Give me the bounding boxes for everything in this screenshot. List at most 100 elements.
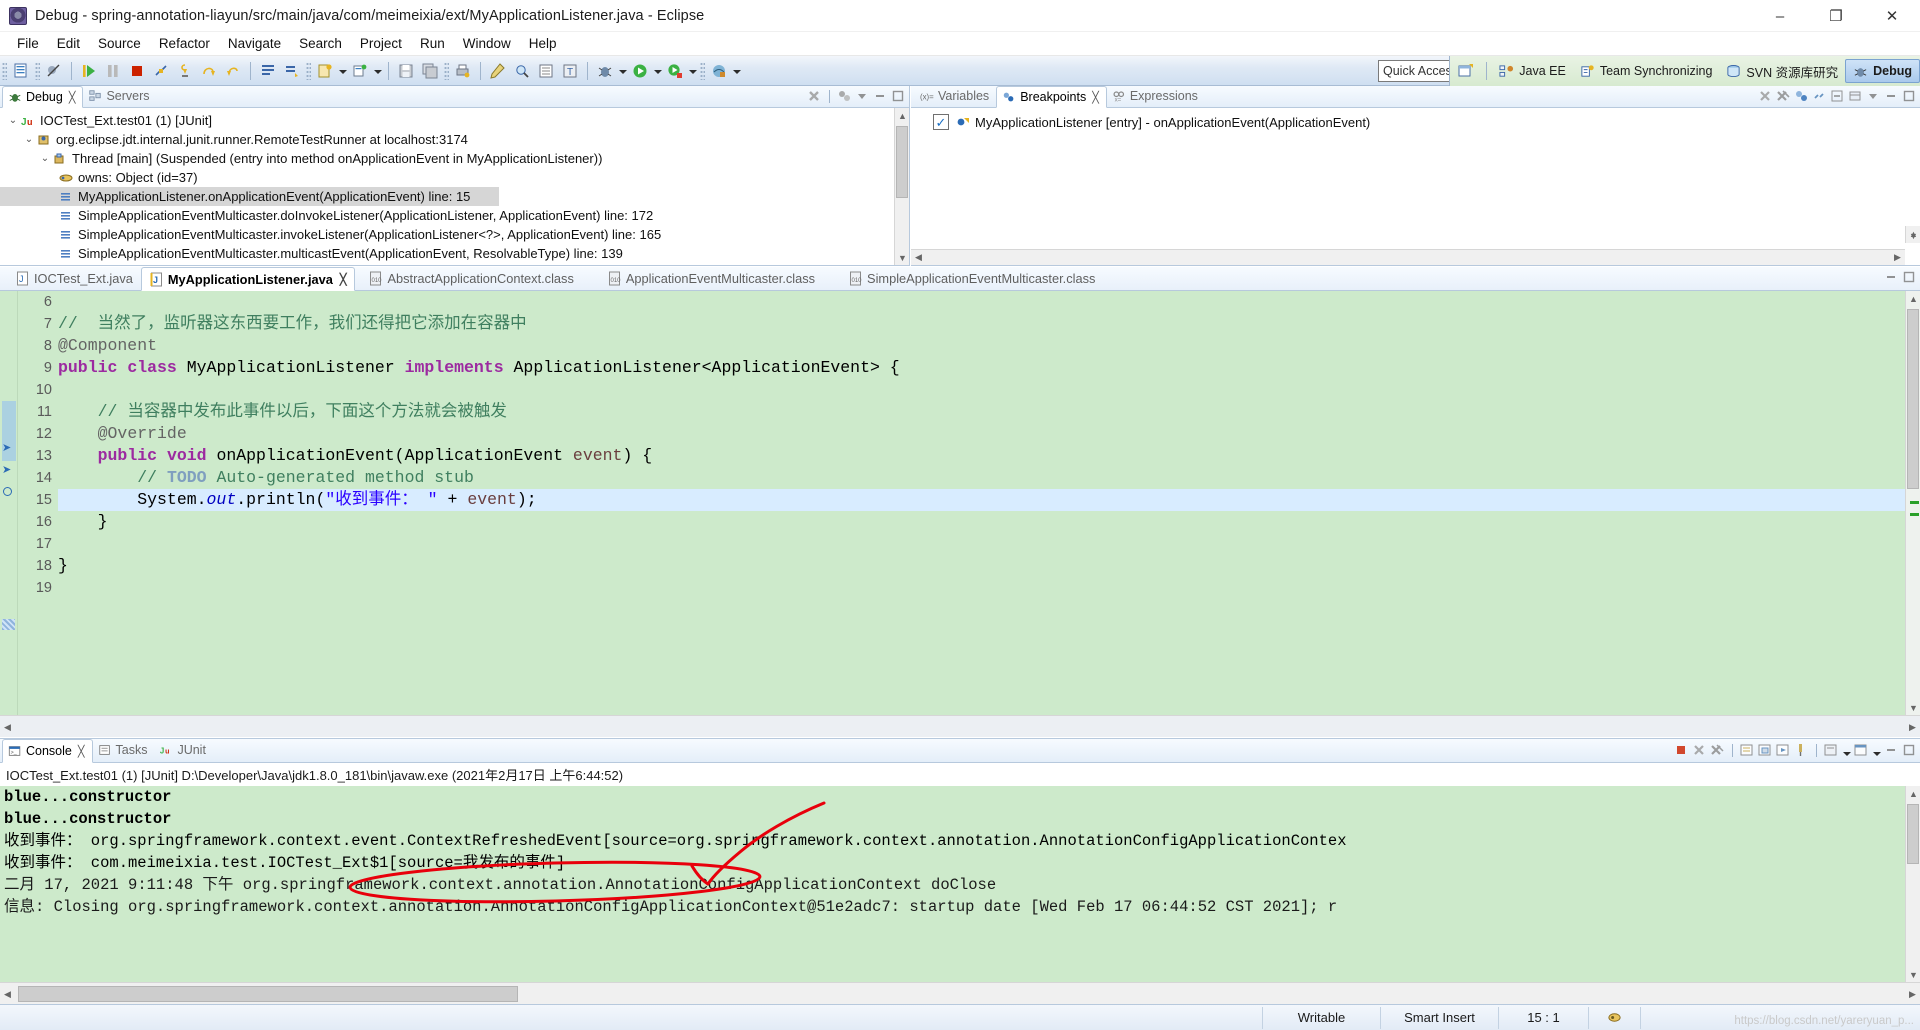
console-vertical-scrollbar[interactable]: ▲ ▼ [1905,786,1920,982]
close-icon[interactable]: ╳ [1092,91,1099,104]
tab-junit[interactable]: Ju JUnit [154,738,212,762]
clear-console-icon[interactable] [1739,742,1756,759]
tree-row[interactable]: ⌄ org.eclipse.jdt.internal.junit.runner.… [0,130,909,149]
resume-icon[interactable] [78,60,100,82]
maximize-view-icon[interactable] [1901,88,1918,105]
editor-tab-applicationeventmulticaster[interactable]: 010 ApplicationEventMulticaster.class [600,266,823,290]
toggle-mark-occurrences-icon[interactable]: T [559,60,581,82]
remove-launch-icon[interactable] [1691,742,1708,759]
run-dropdown-arrow[interactable] [652,60,663,82]
breakpoints-view-menu-icon[interactable] [1865,88,1882,105]
toolbar-grip-3[interactable] [306,61,311,80]
minimize-console-icon[interactable] [1883,742,1900,759]
scroll-left-arrow[interactable]: ◀ [0,983,15,1005]
menu-item-search[interactable]: Search [290,34,351,53]
expand-twisty[interactable]: ⌄ [22,134,36,145]
terminate-console-icon[interactable] [1673,742,1690,759]
editor-tab-abstractapplicationcontext[interactable]: 010 AbstractApplicationContext.class [361,266,581,290]
scroll-thumb[interactable] [1907,804,1919,864]
scroll-down-arrow[interactable]: ▼ [895,250,910,265]
menu-item-file[interactable]: File [8,34,48,53]
open-perspective-icon[interactable] [1455,60,1477,82]
tree-row[interactable]: ⌄ Ju IOCTest_Ext.test01 (1) [JUnit] [0,111,909,130]
breakpoint-marker-icon[interactable] [3,487,12,496]
open-task-icon[interactable] [535,60,557,82]
scroll-right-arrow[interactable]: ▶ [1905,716,1920,738]
scroll-down-arrow[interactable]: ▼ [1906,967,1920,982]
toolbar-grip-4[interactable] [444,61,449,80]
console-output[interactable]: blue...constructor blue...constructor 收到… [0,786,1905,982]
scroll-up-arrow[interactable]: ▲ [1906,786,1920,801]
suspend-icon[interactable] [102,60,124,82]
external-tools-icon[interactable] [708,60,730,82]
new-class-dropdown-arrow[interactable] [337,60,348,82]
terminate-icon[interactable] [126,60,148,82]
tab-servers[interactable]: Servers [83,85,156,107]
disconnect-icon[interactable] [150,60,172,82]
remove-all-breakpoints-icon[interactable] [1775,88,1792,105]
menu-item-source[interactable]: Source [89,34,150,53]
new-file-icon[interactable] [257,60,279,82]
save-icon[interactable] [395,60,417,82]
close-icon[interactable]: ╳ [78,745,85,758]
scroll-down-arrow[interactable]: ▼ [1906,700,1920,715]
tab-variables[interactable]: (x)= Variables [915,85,996,107]
menu-item-help[interactable]: Help [520,34,566,53]
debug-launch-icon[interactable] [594,60,616,82]
tab-expressions[interactable]: x= Expressions [1107,85,1205,107]
scroll-thumb[interactable] [1907,309,1919,489]
maximize-view-icon[interactable] [890,88,907,105]
expand-twisty[interactable]: ⌄ [6,115,20,126]
external-tools-dropdown-arrow[interactable] [731,60,742,82]
tab-tasks[interactable]: Tasks [93,738,155,762]
debug-tree-vertical-scrollbar[interactable]: ▲ ▼ [894,108,909,265]
quick-fix-icon[interactable] [487,60,509,82]
close-icon[interactable]: ╳ [340,273,347,286]
tab-debug[interactable]: Debug ╳ [2,86,84,108]
console-horizontal-scrollbar[interactable]: ◀ ▶ [0,982,1920,1004]
scroll-right-arrow[interactable]: ▶ [1905,983,1920,1005]
scroll-down-arrow[interactable]: ▼ [1906,228,1920,243]
step-into-icon[interactable] [174,60,196,82]
breakpoint-row[interactable]: ✓ MyApplicationListener [entry] - onAppl… [911,111,1920,133]
save-all-icon[interactable] [419,60,441,82]
code-text-area[interactable]: // 当然了，监听器这东西要工作，我们还得把它添加在容器中 @Component… [58,291,1920,715]
debug-stack-tree[interactable]: ⌄ Ju IOCTest_Ext.test01 (1) [JUnit] ⌄ or… [0,108,909,266]
scroll-up-arrow[interactable]: ▲ [895,108,910,123]
run-as-icon[interactable] [664,60,686,82]
minimize-editor-icon[interactable] [1883,269,1900,286]
toolbar-grip-2[interactable] [35,61,40,80]
search-icon[interactable] [511,60,533,82]
editor-horizontal-scrollbar[interactable]: ◀ ▶ [0,715,1920,737]
menu-item-navigate[interactable]: Navigate [219,34,290,53]
scroll-thumb[interactable] [18,986,518,1002]
maximize-console-icon[interactable] [1901,742,1918,759]
minimize-view-icon[interactable] [1883,88,1900,105]
view-menu-thread-icon[interactable] [836,88,853,105]
show-console-on-output-icon[interactable] [1775,742,1792,759]
breakpoints-horizontal-scrollbar[interactable]: ◀ ▶ [911,249,1905,265]
new-package-dropdown-arrow[interactable] [372,60,383,82]
close-button[interactable]: ✕ [1864,0,1920,32]
collapse-all-icon[interactable] [1829,88,1846,105]
perspective-svn-repository[interactable]: SVN 资源库研究 [1719,59,1845,83]
editor-annotation-ruler[interactable]: ➤ ➤ [0,291,18,715]
tree-row[interactable]: ⌄ Thread [main] (Suspended (entry into m… [0,149,909,168]
debug-dropdown-arrow[interactable] [617,60,628,82]
remove-breakpoint-icon[interactable] [1757,88,1774,105]
menu-item-refactor[interactable]: Refactor [150,34,219,53]
view-menu-icon[interactable] [854,88,871,105]
pin-console-icon[interactable] [1793,742,1810,759]
open-console-icon[interactable] [1853,742,1870,759]
method-breakpoint-marker-icon[interactable]: ➤ [2,441,11,454]
minimize-view-icon[interactable] [872,88,889,105]
scroll-up-arrow[interactable]: ▲ [1906,291,1920,306]
run-as-dropdown-arrow[interactable] [687,60,698,82]
editor-tab-ioctest-ext[interactable]: J IOCTest_Ext.java [8,266,141,290]
menu-item-project[interactable]: Project [351,34,411,53]
menu-item-window[interactable]: Window [454,34,520,53]
menu-item-edit[interactable]: Edit [48,34,89,53]
print-icon[interactable] [452,60,474,82]
breakpoints-list[interactable]: ✓ MyApplicationListener [entry] - onAppl… [911,108,1920,266]
scroll-thumb[interactable] [896,126,908,198]
